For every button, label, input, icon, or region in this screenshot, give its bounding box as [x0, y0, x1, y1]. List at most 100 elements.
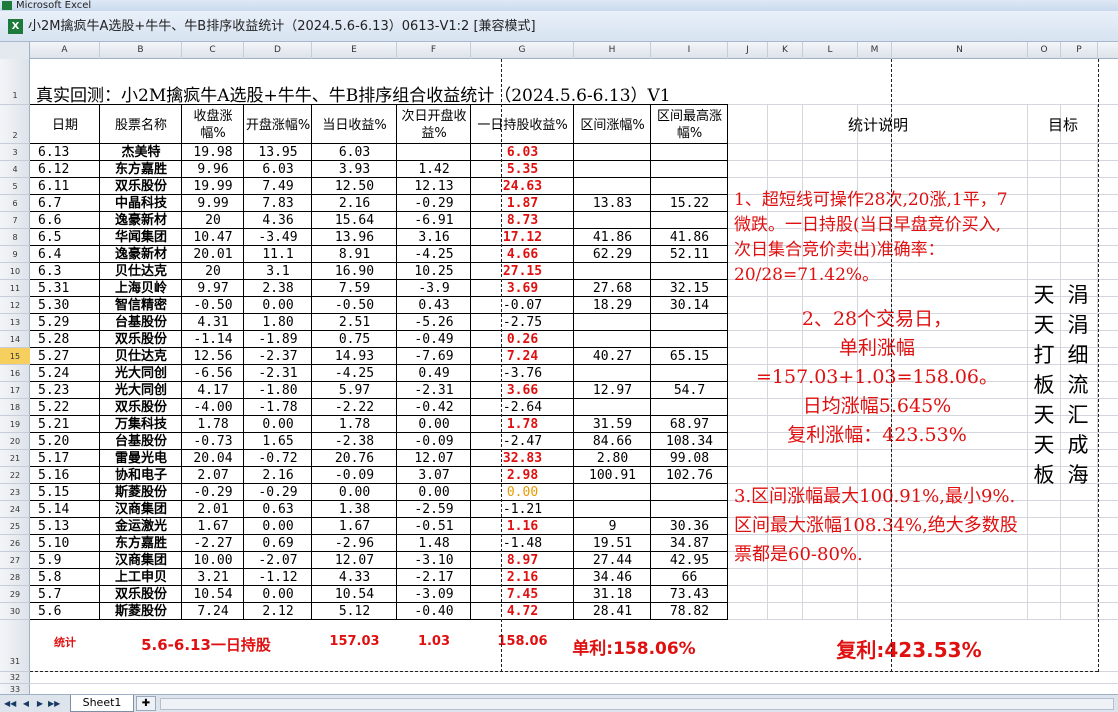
cell-next[interactable]: -0.51: [397, 518, 471, 535]
row-header-15[interactable]: 15: [0, 348, 30, 365]
cell-name[interactable]: 斯菱股份: [100, 603, 182, 620]
cell-range[interactable]: 27.44: [574, 552, 651, 569]
cell-hold[interactable]: -3.76: [471, 365, 574, 382]
cell-close[interactable]: 10.00: [182, 552, 244, 569]
cell-day[interactable]: -0.50: [312, 297, 397, 314]
cell-hold[interactable]: 5.35: [471, 161, 574, 178]
cell-close[interactable]: -4.00: [182, 399, 244, 416]
cell-open[interactable]: 0.69: [244, 535, 312, 552]
cell-close[interactable]: 1.67: [182, 518, 244, 535]
cell-range[interactable]: [574, 144, 651, 161]
cell-close[interactable]: -6.56: [182, 365, 244, 382]
cell-hold[interactable]: 3.66: [471, 382, 574, 399]
cell-max[interactable]: 34.87: [651, 535, 728, 552]
cell-open[interactable]: 13.95: [244, 144, 312, 161]
cell-max[interactable]: [651, 178, 728, 195]
cell-next[interactable]: -0.40: [397, 603, 471, 620]
cell-next[interactable]: -3.09: [397, 586, 471, 603]
column-header-n[interactable]: N: [892, 42, 1028, 59]
cell-range[interactable]: 31.18: [574, 586, 651, 603]
cell-open[interactable]: 0.00: [244, 297, 312, 314]
cell-max[interactable]: 73.43: [651, 586, 728, 603]
row-header-31[interactable]: 31: [0, 620, 30, 672]
next-sheet-icon[interactable]: ▶: [34, 697, 46, 711]
cell-date[interactable]: 6.13: [30, 144, 100, 161]
cell-day[interactable]: 2.51: [312, 314, 397, 331]
cell-name[interactable]: 汉商集团: [100, 552, 182, 569]
cell-range[interactable]: 18.29: [574, 297, 651, 314]
cell-date[interactable]: 5.8: [30, 569, 100, 586]
row-header-20[interactable]: 20: [0, 433, 30, 450]
cell-max[interactable]: 30.14: [651, 297, 728, 314]
cell-next[interactable]: 12.07: [397, 450, 471, 467]
cell-name[interactable]: 雷曼光电: [100, 450, 182, 467]
cell-name[interactable]: 贝仕达克: [100, 348, 182, 365]
column-header-l[interactable]: L: [803, 42, 858, 59]
cell-max[interactable]: [651, 263, 728, 280]
cell-hold[interactable]: 1.87: [471, 195, 574, 212]
cell-grid[interactable]: 真实回测：小2M擒疯牛A选股+牛牛、牛B排序组合收益统计（2024.5.6-6.…: [30, 59, 1118, 694]
cell-close[interactable]: 3.21: [182, 569, 244, 586]
cell-date[interactable]: 5.24: [30, 365, 100, 382]
cell-hold[interactable]: 2.16: [471, 569, 574, 586]
cell-range[interactable]: 41.86: [574, 229, 651, 246]
cell-name[interactable]: 汉商集团: [100, 501, 182, 518]
cell-date[interactable]: 5.22: [30, 399, 100, 416]
cell-day[interactable]: -2.96: [312, 535, 397, 552]
cell-open[interactable]: 3.1: [244, 263, 312, 280]
cell-range[interactable]: 31.59: [574, 416, 651, 433]
row-header-11[interactable]: 11: [0, 280, 30, 297]
row-header-32[interactable]: 32: [0, 672, 30, 684]
cell-hold[interactable]: -2.64: [471, 399, 574, 416]
column-header-b[interactable]: B: [100, 42, 182, 59]
row-header-4[interactable]: 4: [0, 161, 30, 178]
cell-name[interactable]: 万集科技: [100, 416, 182, 433]
cell-max[interactable]: 66: [651, 569, 728, 586]
row-header-25[interactable]: 25: [0, 518, 30, 535]
cell-max[interactable]: [651, 144, 728, 161]
cell-open[interactable]: 0.00: [244, 416, 312, 433]
row-header-26[interactable]: 26: [0, 535, 30, 552]
cell-date[interactable]: 5.31: [30, 280, 100, 297]
cell-date[interactable]: 5.6: [30, 603, 100, 620]
cell-day[interactable]: 5.97: [312, 382, 397, 399]
column-header-p[interactable]: P: [1061, 42, 1098, 59]
cell-open[interactable]: 2.38: [244, 280, 312, 297]
cell-max[interactable]: [651, 365, 728, 382]
cell-day[interactable]: 10.54: [312, 586, 397, 603]
cell-hold[interactable]: 27.15: [471, 263, 574, 280]
cell-name[interactable]: 上海贝岭: [100, 280, 182, 297]
cell-date[interactable]: 6.5: [30, 229, 100, 246]
sheet-tab-sheet1[interactable]: Sheet1: [70, 695, 134, 712]
column-header-j[interactable]: J: [728, 42, 768, 59]
cell-name[interactable]: 双乐股份: [100, 331, 182, 348]
cell-close[interactable]: 20: [182, 212, 244, 229]
row-header-29[interactable]: 29: [0, 586, 30, 603]
cell-next[interactable]: -6.91: [397, 212, 471, 229]
cell-hold[interactable]: 0.26: [471, 331, 574, 348]
cell-day[interactable]: 2.16: [312, 195, 397, 212]
cell-date[interactable]: 5.30: [30, 297, 100, 314]
cell-max[interactable]: 99.08: [651, 450, 728, 467]
cell-close[interactable]: -0.50: [182, 297, 244, 314]
column-header-o[interactable]: O: [1028, 42, 1061, 59]
cell-open[interactable]: -3.49: [244, 229, 312, 246]
cell-max[interactable]: 68.97: [651, 416, 728, 433]
cell-next[interactable]: -0.09: [397, 433, 471, 450]
last-sheet-icon[interactable]: ▶▶: [48, 697, 60, 711]
cell-name[interactable]: 上工申贝: [100, 569, 182, 586]
row-headers[interactable]: 1 2 3 4 5 6 7 8 9 10 11 12 13 14 15 16 17 18 19 20 21 22 23 24 2…: [0, 59, 30, 694]
cell-next[interactable]: 1.42: [397, 161, 471, 178]
cell-hold[interactable]: -2.75: [471, 314, 574, 331]
cell-open[interactable]: 0.00: [244, 518, 312, 535]
cell-next[interactable]: 0.00: [397, 484, 471, 501]
cell-close[interactable]: -2.27: [182, 535, 244, 552]
cell-next[interactable]: 0.00: [397, 416, 471, 433]
cell-next[interactable]: [397, 144, 471, 161]
cell-close[interactable]: 4.31: [182, 314, 244, 331]
cell-date[interactable]: 6.12: [30, 161, 100, 178]
cell-day[interactable]: 1.78: [312, 416, 397, 433]
cell-date[interactable]: 5.13: [30, 518, 100, 535]
cell-day[interactable]: 7.59: [312, 280, 397, 297]
cell-date[interactable]: 5.21: [30, 416, 100, 433]
